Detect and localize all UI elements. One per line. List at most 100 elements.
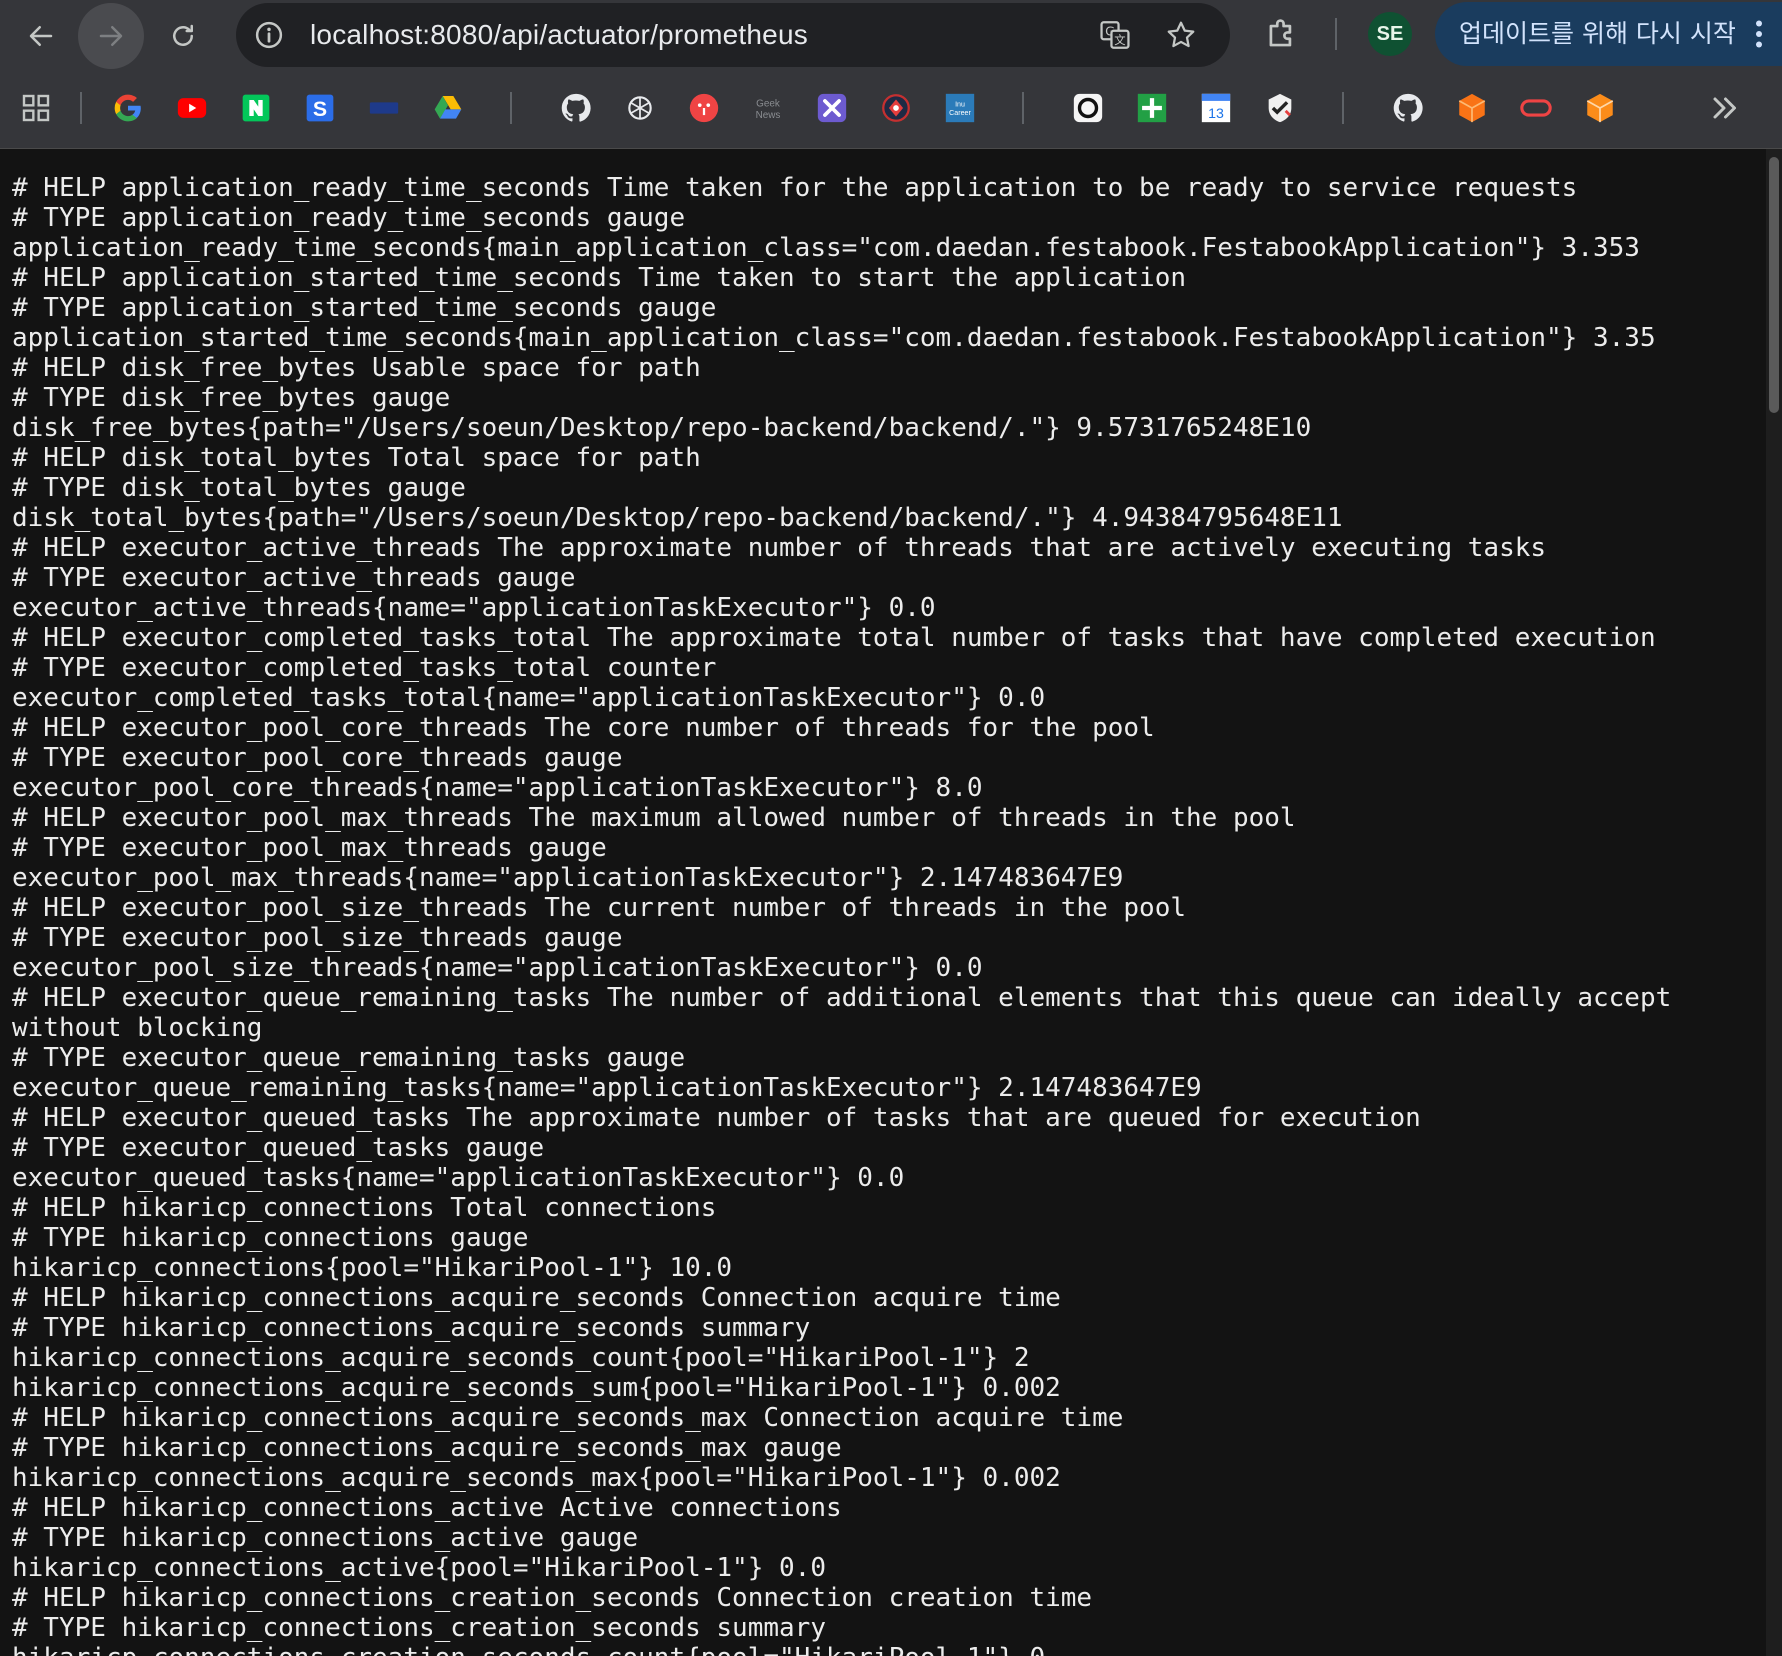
inu-career-icon[interactable]: Inu Career xyxy=(942,90,978,126)
bookmark-separator xyxy=(1022,92,1024,124)
metric-comment-line: # HELP disk_total_bytes Total space for … xyxy=(12,443,701,473)
metric-comment-line: # TYPE executor_pool_max_threads gauge xyxy=(12,833,607,863)
metric-comment-line: # TYPE disk_total_bytes gauge xyxy=(12,473,466,503)
metric-comment-line: # HELP hikaricp_connections Total connec… xyxy=(12,1193,717,1223)
google-icon[interactable] xyxy=(110,90,146,126)
bookmark-separator xyxy=(80,92,82,124)
metric-comment-line: # TYPE executor_queue_remaining_tasks ga… xyxy=(12,1043,686,1073)
red-circle-icon[interactable] xyxy=(686,90,722,126)
metric-comment-line: # HELP hikaricp_connections_creation_sec… xyxy=(12,1583,1093,1613)
metric-comment-line: # HELP executor_completed_tasks_total Th… xyxy=(12,623,1656,653)
metric-value-line: executor_active_threads{name="applicatio… xyxy=(12,593,936,623)
metric-comment-line: # HELP executor_active_threads The appro… xyxy=(12,533,1547,563)
github-icon-2[interactable] xyxy=(1390,90,1426,126)
openai-icon[interactable] xyxy=(622,90,658,126)
metric-comment-line: # HELP executor_pool_core_threads The co… xyxy=(12,713,1155,743)
star-icon xyxy=(1167,21,1195,48)
url-text[interactable]: localhost:8080/api/actuator/prometheus xyxy=(310,19,808,51)
metric-comment-line: # TYPE disk_free_bytes gauge xyxy=(12,383,451,413)
prometheus-metrics-text: # HELP application_ready_time_seconds Ti… xyxy=(0,149,1672,1656)
screen-capture-icon[interactable] xyxy=(1070,90,1106,126)
metric-comment-line: # HELP disk_free_bytes Usable space for … xyxy=(12,353,701,383)
globe-badge-icon[interactable] xyxy=(878,90,914,126)
metric-comment-line: # TYPE hikaricp_connections gauge xyxy=(12,1223,529,1253)
metric-comment-line: # TYPE hikaricp_connections_acquire_seco… xyxy=(12,1313,811,1343)
bookmark-star-button[interactable] xyxy=(1164,18,1198,52)
metric-comment-line: # TYPE hikaricp_connections_active gauge xyxy=(12,1523,639,1553)
metric-value-line: hikaricp_connections_creation_seconds_co… xyxy=(12,1643,1045,1656)
orange-cube-icon-2[interactable] xyxy=(1582,90,1618,126)
github-icon[interactable] xyxy=(558,90,594,126)
vertical-dots-icon[interactable] xyxy=(1741,16,1777,52)
update-restart-button[interactable]: 업데이트를 위해 다시 시작 xyxy=(1435,2,1782,66)
metric-value-line: hikaricp_connections_acquire_seconds_cou… xyxy=(12,1343,1030,1373)
x-tools-icon[interactable] xyxy=(814,90,850,126)
arrow-left-icon xyxy=(29,26,53,46)
back-button[interactable] xyxy=(8,3,74,69)
orange-cube-icon[interactable] xyxy=(1454,90,1490,126)
metric-comment-line: # HELP executor_pool_max_threads The max… xyxy=(12,803,1296,833)
metric-comment-line: # HELP hikaricp_connections_active Activ… xyxy=(12,1493,842,1523)
profile-avatar[interactable]: SE xyxy=(1368,12,1412,56)
metric-comment-line: # TYPE hikaricp_connections_acquire_seco… xyxy=(12,1433,842,1463)
svg-text:13: 13 xyxy=(1208,106,1224,122)
metric-comment-line: # TYPE executor_queued_tasks gauge xyxy=(12,1133,545,1163)
metric-comment-line: # HELP executor_queue_remaining_tasks Th… xyxy=(12,983,1672,1043)
metric-value-line: disk_free_bytes{path="/Users/soeun/Deskt… xyxy=(12,413,1312,443)
info-circle-icon[interactable] xyxy=(254,20,284,50)
green-plus-icon[interactable] xyxy=(1134,90,1170,126)
naver-icon[interactable] xyxy=(238,90,274,126)
metric-value-line: executor_pool_core_threads{name="applica… xyxy=(12,773,983,803)
scrollbar-thumb[interactable] xyxy=(1769,157,1779,413)
reload-icon xyxy=(173,24,193,46)
svg-text:News: News xyxy=(756,110,781,121)
check-shield-icon[interactable] xyxy=(1262,90,1298,126)
metric-comment-line: # HELP hikaricp_connections_acquire_seco… xyxy=(12,1403,1124,1433)
metric-value-line: executor_queue_remaining_tasks{name="app… xyxy=(12,1073,1202,1103)
address-bar[interactable]: localhost:8080/api/actuator/prometheus G… xyxy=(236,3,1230,67)
metric-comment-line: # TYPE application_started_time_seconds … xyxy=(12,293,717,323)
bookmark-separator xyxy=(1342,92,1344,124)
metric-value-line: executor_pool_size_threads{name="applica… xyxy=(12,953,983,983)
browser-toolbar: localhost:8080/api/actuator/prometheus G… xyxy=(0,0,1782,70)
vertical-scrollbar[interactable] xyxy=(1766,149,1782,1656)
flag-icon[interactable] xyxy=(366,90,402,126)
apps-grid-icon[interactable] xyxy=(18,90,54,126)
update-restart-label: 업데이트를 위해 다시 시작 xyxy=(1459,19,1736,48)
svg-text:S: S xyxy=(313,97,327,121)
bookmark-separator xyxy=(510,92,512,124)
metric-comment-line: # HELP executor_queued_tasks The approxi… xyxy=(12,1103,1421,1133)
metric-comment-line: # TYPE executor_pool_core_threads gauge xyxy=(12,743,623,773)
google-drive-icon[interactable] xyxy=(430,90,466,126)
translate-button[interactable]: G 文 xyxy=(1098,18,1132,52)
page-content: # HELP application_ready_time_seconds Ti… xyxy=(0,149,1766,1656)
metric-comment-line: # TYPE executor_active_threads gauge xyxy=(12,563,576,593)
svg-text:文: 文 xyxy=(1114,33,1125,47)
puzzle-icon[interactable] xyxy=(1263,15,1301,53)
translate-icon: G 文 xyxy=(1100,21,1130,49)
s-app-icon[interactable]: S xyxy=(302,90,338,126)
metric-value-line: hikaricp_connections_active{pool="Hikari… xyxy=(12,1553,826,1583)
red-pill-icon[interactable] xyxy=(1518,90,1554,126)
youtube-icon[interactable] xyxy=(174,90,210,126)
metric-value-line: executor_pool_max_threads{name="applicat… xyxy=(12,863,1124,893)
metric-value-line: hikaricp_connections_acquire_seconds_max… xyxy=(12,1463,1061,1493)
metric-comment-line: # TYPE hikaricp_connections_creation_sec… xyxy=(12,1613,826,1643)
reload-button[interactable] xyxy=(150,3,216,69)
svg-text:Career: Career xyxy=(949,109,971,117)
metric-comment-line: # TYPE application_ready_time_seconds ga… xyxy=(12,203,686,233)
geeknews-icon[interactable]: Geek News xyxy=(750,90,786,126)
calendar-icon[interactable]: 13 xyxy=(1198,90,1234,126)
metric-value-line: hikaricp_connections{pool="HikariPool-1"… xyxy=(12,1253,733,1283)
metric-value-line: executor_queued_tasks{name="applicationT… xyxy=(12,1163,905,1193)
metric-value-line: hikaricp_connections_acquire_seconds_sum… xyxy=(12,1373,1061,1403)
forward-button[interactable] xyxy=(78,3,144,69)
metric-value-line: application_started_time_seconds{main_ap… xyxy=(12,323,1656,353)
svg-text:Geek: Geek xyxy=(756,99,780,110)
metric-comment-line: # HELP hikaricp_connections_acquire_seco… xyxy=(12,1283,1061,1313)
metric-comment-line: # HELP application_ready_time_seconds Ti… xyxy=(12,173,1578,203)
metric-value-line: application_ready_time_seconds{main_appl… xyxy=(12,233,1640,263)
metric-comment-line: # TYPE executor_completed_tasks_total co… xyxy=(12,653,717,683)
bookmarks-bar: S Geek News Inu Career 13 xyxy=(0,70,1782,149)
double-chevron-right-icon[interactable] xyxy=(1706,90,1742,126)
